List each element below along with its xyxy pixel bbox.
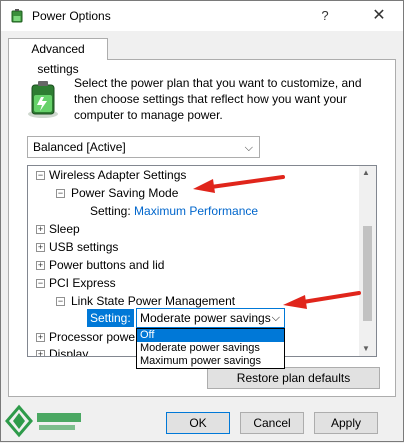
restore-plan-defaults-button[interactable]: Restore plan defaults — [207, 367, 380, 389]
close-button[interactable]: ✕ — [361, 4, 397, 28]
tree-scrollbar[interactable]: ▲ ▼ — [359, 166, 376, 356]
tree-item-sleep[interactable]: Sleep — [49, 220, 80, 238]
tree-item-power-saving-mode[interactable]: Power Saving Mode — [71, 184, 178, 202]
tree-item-label: Processor powe — [49, 330, 136, 344]
battery-icon — [28, 81, 58, 118]
window-title: Power Options — [32, 9, 111, 23]
cancel-button[interactable]: Cancel — [240, 412, 304, 434]
setting-value-link[interactable]: Maximum Performance — [134, 204, 258, 218]
dropdown-option-moderate[interactable]: Moderate power savings — [137, 342, 284, 355]
annotation-arrow-icon — [283, 291, 361, 309]
power-options-window: Power Options ? ✕ Advanced settings Sele… — [0, 0, 404, 442]
intro-text: Select the power plan that you want to c… — [74, 76, 362, 122]
chevron-down-icon: ⌵ — [244, 142, 253, 154]
tree-item-label: Link State Power Management — [71, 294, 236, 308]
expand-icon[interactable]: + — [36, 350, 45, 356]
tab-advanced-settings[interactable]: Advanced settings — [8, 38, 108, 76]
lspm-setting-label: Setting: — [87, 309, 134, 327]
tree-item-psm-setting[interactable]: Setting: Maximum Performance — [90, 202, 258, 220]
title-bar: Power Options ? ✕ — [1, 1, 403, 31]
collapse-icon[interactable]: − — [56, 297, 65, 306]
tree-item-usb[interactable]: USB settings — [49, 238, 118, 256]
power-plan-select[interactable]: Balanced [Active] ⌵ — [27, 136, 260, 158]
ok-button[interactable]: OK — [166, 412, 230, 434]
scroll-down-icon[interactable]: ▼ — [362, 344, 370, 353]
tree-item-processor[interactable]: Processor powe — [49, 328, 135, 346]
dropdown-option-maximum[interactable]: Maximum power savings — [137, 355, 284, 368]
annotation-arrow-icon — [193, 175, 285, 193]
expand-icon[interactable]: + — [36, 225, 45, 234]
collapse-icon[interactable]: − — [56, 189, 65, 198]
tree-item-power-buttons[interactable]: Power buttons and lid — [49, 256, 164, 274]
tree-item-label: USB settings — [49, 240, 119, 254]
power-plan-value: Balanced [Active] — [33, 140, 126, 154]
chevron-down-icon: ⌵ — [271, 312, 280, 324]
help-button[interactable]: ? — [311, 4, 339, 28]
tree-item-label: Power buttons and lid — [49, 258, 165, 272]
tree-item-pci-express[interactable]: PCI Express — [49, 274, 116, 292]
techclassy-logo — [5, 404, 81, 438]
expand-icon[interactable]: + — [36, 243, 45, 252]
dropdown-option-off[interactable]: Off — [137, 329, 284, 342]
tree-item-label: Sleep — [49, 222, 80, 236]
tree-item-label: PCI Express — [49, 276, 116, 290]
collapse-icon[interactable]: − — [36, 171, 45, 180]
scrollbar-thumb[interactable] — [363, 226, 372, 321]
setting-label: Setting: — [90, 204, 131, 218]
tree-item-label: Power Saving Mode — [71, 186, 179, 200]
expand-icon[interactable]: + — [36, 333, 45, 342]
apply-button[interactable]: Apply — [314, 412, 378, 434]
combo-value: Moderate power savings — [140, 311, 271, 325]
tree-item-label: Wireless Adapter Settings — [49, 168, 187, 182]
combo-dropdown-list: Off Moderate power savings Maximum power… — [136, 328, 285, 369]
collapse-icon[interactable]: − — [36, 279, 45, 288]
power-options-app-icon — [11, 9, 23, 23]
tree-item-label: Display — [49, 347, 89, 357]
link-state-setting-combo[interactable]: Moderate power savings ⌵ — [136, 308, 285, 328]
tree-item-display[interactable]: Display — [49, 345, 89, 357]
tree-item-wireless[interactable]: Wireless Adapter Settings — [49, 166, 186, 184]
scroll-up-icon[interactable]: ▲ — [362, 168, 370, 177]
expand-icon[interactable]: + — [36, 261, 45, 270]
